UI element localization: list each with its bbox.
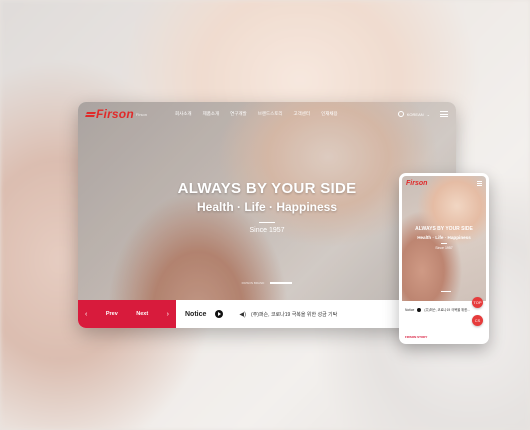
mobile-hero-text: ALWAYS BY YOUR SIDE Health · Life · Happ… [402,226,486,250]
globe-icon [397,111,404,117]
mobile-slide-indicator[interactable] [441,291,451,292]
main-menu: 회사소개 제품소개 연구개발 브랜드스토리 고객센터 인재채용 [175,111,338,117]
slide-label: FIRSON BRAND [241,281,265,285]
hamburger-menu-icon[interactable] [440,110,448,119]
logo[interactable]: Firson [85,107,134,121]
mobile-mockup: Firson ALWAYS BY YOUR SIDE Health · Life… [399,173,489,344]
play-icon[interactable] [215,310,224,318]
mobile-hero-headline: ALWAYS BY YOUR SIDE [415,226,473,232]
chevron-right-icon[interactable]: › [167,311,169,318]
next-button[interactable]: Next [136,311,148,317]
speaker-icon: ◀) [239,311,247,318]
cs-button[interactable]: CS [472,315,483,326]
top-nav: Firson Firson 회사소개 제품소개 연구개발 브랜드스토리 고객센터… [78,102,456,126]
prev-button[interactable]: Prev [106,311,118,317]
mobile-nav: Firson [406,180,482,187]
mobile-hero-tagline: Health · Life · Happiness [417,235,471,240]
mobile-notice-text: (주)퍼슨, 코로나19 극복을 위한... [424,308,470,312]
mobile-hero-since: Since 1957 [435,245,453,250]
language-label: KOREAN [406,111,424,117]
mobile-story-link[interactable]: FIRSON STORY [405,335,427,339]
hamburger-menu-icon[interactable] [477,180,482,186]
menu-item-products[interactable]: 제품소개 [203,111,220,117]
pager: ‹ Prev Next › [78,300,176,328]
menu-item-brand-story[interactable]: 브랜드스토리 [258,111,283,117]
language-selector[interactable]: KOREAN ⌄ [397,111,430,117]
slide-progress-bar[interactable] [270,282,293,284]
mobile-notice[interactable]: Notice (주)퍼슨, 코로나19 극복을 위한... [405,307,470,312]
notice-title: Notice [185,310,207,318]
menu-item-research[interactable]: 연구개발 [230,111,247,117]
chevron-down-icon: ⌄ [426,111,430,117]
mobile-notice-title: Notice [405,307,415,312]
mobile-logo[interactable]: Firson [406,180,427,187]
divider [259,222,275,223]
notice-item[interactable]: ◀) (주)퍼슨, 코로나19 극복을 위한 성금 기탁 [239,311,337,318]
chevron-left-icon[interactable]: ‹ [85,311,87,318]
menu-item-company[interactable]: 회사소개 [175,111,192,117]
menu-item-careers[interactable]: 인재채용 [321,111,338,117]
play-icon[interactable] [417,307,422,312]
top-button[interactable]: TOP [472,297,483,308]
divider [441,243,447,244]
notice-text: (주)퍼슨, 코로나19 극복을 위한 성금 기탁 [251,311,338,318]
menu-item-customer-center[interactable]: 고객센터 [294,111,311,117]
logo-sub: Firson [135,111,147,117]
